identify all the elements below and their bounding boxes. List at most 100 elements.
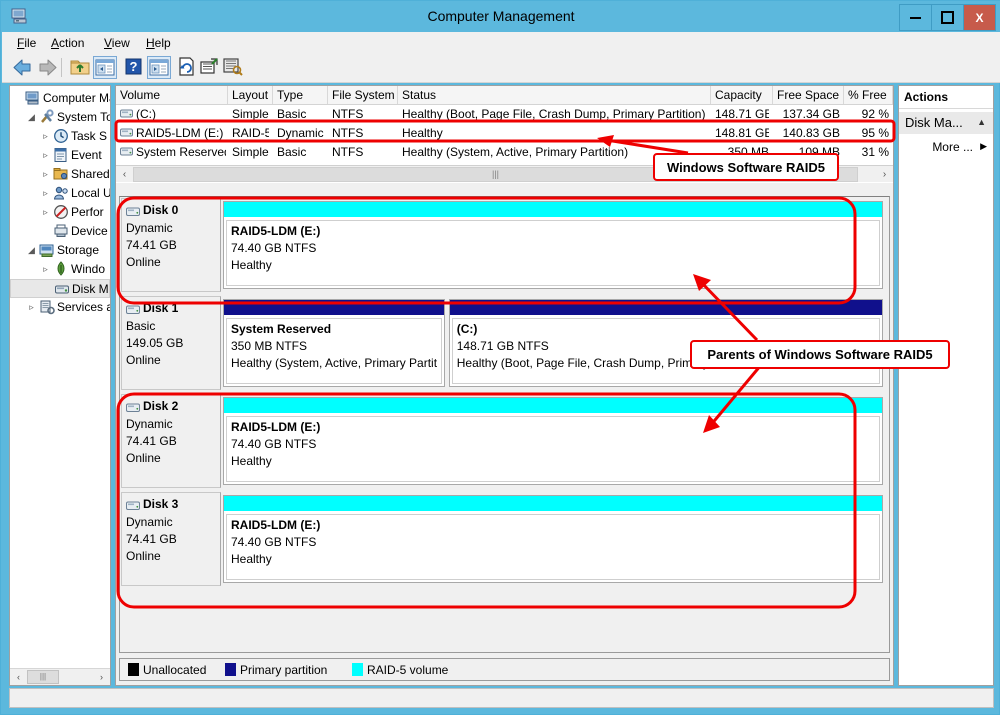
legend-label: Primary partition	[240, 663, 328, 677]
column-header-free[interactable]: % Free	[844, 86, 893, 104]
forward-button[interactable]	[37, 56, 61, 79]
tree-item-windo[interactable]: ▹ Windo	[10, 260, 110, 279]
disk-row-disk-3[interactable]: Disk 3 Dynamic 74.41 GB Online RAID5-LDM (E:…	[120, 491, 889, 587]
up-one-level-button[interactable]	[68, 56, 92, 79]
tree-item-label: Perfor	[71, 205, 104, 219]
partition-title: RAID5-LDM (E:)	[231, 224, 321, 238]
partition[interactable]: RAID5-LDM (E:) 74.40 GB NTFS Healthy	[223, 201, 883, 289]
menu-bar: File Action View Help	[2, 32, 1000, 54]
menu-file[interactable]: File	[10, 35, 43, 51]
close-button[interactable]: X	[963, 4, 996, 31]
partition-status: Healthy (System, Active, Primary Partit	[231, 356, 438, 370]
actions-more-label: More ...	[932, 140, 973, 154]
tree-item-storage[interactable]: ◢ Storage	[10, 241, 110, 260]
refresh-button[interactable]	[176, 56, 200, 79]
volume-icon	[120, 108, 133, 119]
tree-item-label: Event	[71, 148, 102, 162]
tree-item-shared[interactable]: ▹ Shared	[10, 165, 110, 184]
tree-item-event[interactable]: ▹ Event	[10, 146, 110, 165]
column-header-type[interactable]: Type	[273, 86, 328, 104]
rescan-disks-button[interactable]	[222, 56, 246, 79]
collapsed-twisty-icon[interactable]: ▹	[40, 260, 51, 279]
expanded-twisty-icon[interactable]: ◢	[26, 241, 37, 260]
disk-name: Disk 0	[143, 203, 179, 217]
status-bar	[9, 688, 994, 708]
back-button[interactable]	[11, 56, 35, 79]
column-header-layout[interactable]: Layout	[228, 86, 273, 104]
cell-file-system: NTFS	[332, 107, 364, 121]
column-header-volume[interactable]: Volume	[116, 86, 228, 104]
volume-scroll-left-button[interactable]: ‹	[116, 166, 133, 183]
cell-layout: RAID-5	[232, 126, 269, 140]
menu-view[interactable]: View	[97, 35, 137, 51]
volume-scroll-right-button[interactable]: ›	[876, 166, 893, 183]
column-header-free-space[interactable]: Free Space	[773, 86, 844, 104]
event-viewer-icon	[53, 147, 69, 163]
collapsed-twisty-icon[interactable]: ▹	[40, 146, 51, 165]
tree-item-services-a[interactable]: ▹ Services a	[10, 298, 110, 317]
tree-item-task-s[interactable]: ▹ Task S	[10, 127, 110, 146]
tree-item-perfor[interactable]: ▹ Perfor	[10, 203, 110, 222]
local-users-icon	[53, 185, 69, 201]
tree-item-label: Disk M	[72, 282, 109, 296]
tree-scroll-left-button[interactable]: ‹	[10, 669, 27, 685]
show-hide-console-tree-button[interactable]	[93, 56, 117, 79]
disk-info-panel[interactable]: Disk 1 Basic 149.05 GB Online	[121, 296, 221, 390]
help-button[interactable]: ?	[123, 56, 147, 79]
show-hide-action-pane-button[interactable]	[147, 56, 171, 79]
column-header-file-system[interactable]: File System	[328, 86, 398, 104]
disk-info-panel[interactable]: Disk 0 Dynamic 74.41 GB Online	[121, 198, 221, 292]
legend-label: RAID-5 volume	[367, 663, 449, 677]
column-header-status[interactable]: Status	[398, 86, 711, 104]
collapsed-twisty-icon[interactable]: ▹	[26, 298, 37, 317]
actions-more-item[interactable]: More ... ▶	[899, 138, 993, 158]
collapsed-twisty-icon[interactable]: ▹	[40, 127, 51, 146]
partition[interactable]: RAID5-LDM (E:) 74.40 GB NTFS Healthy	[223, 495, 883, 583]
disk-state: Online	[126, 255, 161, 269]
volume-row[interactable]: (C:) Simple Basic NTFS Healthy (Boot, Page F…	[116, 105, 893, 123]
volume-list-header: Volume Layout Type File System Status Capacit…	[116, 86, 893, 105]
tree-item-system-to[interactable]: ◢ System To	[10, 108, 110, 127]
tree-item-device[interactable]: Device	[10, 222, 110, 241]
menu-help[interactable]: Help	[139, 35, 178, 51]
partition[interactable]: RAID5-LDM (E:) 74.40 GB NTFS Healthy	[223, 397, 883, 485]
cell-status: Healthy (Boot, Page File, Crash Dump, Pr…	[402, 107, 706, 121]
title-bar: Computer Management X	[1, 1, 1000, 32]
collapsed-twisty-icon[interactable]: ▹	[40, 203, 51, 222]
maximize-button[interactable]	[931, 4, 964, 31]
properties-button[interactable]	[199, 56, 223, 79]
tree-scroll-right-button[interactable]: ›	[93, 669, 110, 685]
minimize-button[interactable]	[899, 4, 932, 31]
tree-item-label: Windo	[71, 262, 106, 276]
collapsed-twisty-icon[interactable]: ▹	[40, 165, 51, 184]
partition-color-bar	[224, 398, 882, 413]
disk-info-panel[interactable]: Disk 3 Dynamic 74.41 GB Online	[121, 492, 221, 586]
menu-action[interactable]: Action	[44, 35, 91, 51]
volume-row[interactable]: RAID5-LDM (E:) RAID-5 Dynamic NTFS Healthy 14…	[116, 124, 893, 142]
tree-scroll-thumb[interactable]: |||	[27, 670, 59, 684]
partition[interactable]: System Reserved 350 MB NTFS Healthy (Syste…	[223, 299, 445, 387]
legend-label: Unallocated	[143, 663, 207, 677]
tree-item-local-u[interactable]: ▹ Local U	[10, 184, 110, 203]
tree-item-label: Services a	[57, 300, 110, 314]
legend-swatch	[225, 663, 236, 676]
partition-area: RAID5-LDM (E:) 74.40 GB NTFS Healthy	[223, 394, 887, 488]
cell-capacity: 148.71 GB	[715, 107, 769, 121]
disk-legend: Unallocated Primary partition RAID-5 volum…	[119, 658, 890, 681]
tree-item-label: Local U	[71, 186, 110, 200]
disk-row-disk-0[interactable]: Disk 0 Dynamic 74.41 GB Online RAID5-LDM (E:…	[120, 197, 889, 293]
tree-item-computer-ma[interactable]: Computer Ma...	[10, 89, 110, 108]
chevron-up-icon: ▲	[977, 117, 986, 127]
disk-size: 74.41 GB	[126, 532, 177, 546]
tree-horizontal-scrollbar[interactable]: ‹ ||| ›	[10, 668, 110, 685]
tree-item-disk-m[interactable]: Disk M	[10, 279, 110, 298]
disk-icon	[126, 500, 140, 510]
disk-info-panel[interactable]: Disk 2 Dynamic 74.41 GB Online	[121, 394, 221, 488]
collapsed-twisty-icon[interactable]: ▹	[40, 184, 51, 203]
actions-group-disk-management[interactable]: Disk Ma... ▲	[899, 112, 993, 134]
cell-percent-free: 95 %	[861, 126, 889, 140]
expanded-twisty-icon[interactable]: ◢	[26, 108, 37, 127]
column-header-capacity[interactable]: Capacity	[711, 86, 773, 104]
disk-name: Disk 2	[143, 399, 179, 413]
disk-row-disk-2[interactable]: Disk 2 Dynamic 74.41 GB Online RAID5-LDM (E:…	[120, 393, 889, 489]
